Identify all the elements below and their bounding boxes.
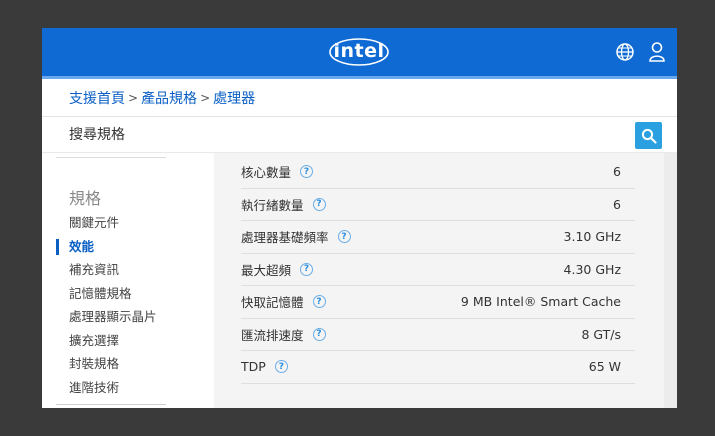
spec-value: 6 (613, 164, 621, 180)
search-bar (42, 116, 677, 153)
sidebar-divider (56, 157, 166, 158)
help-icon[interactable]: ? (274, 360, 288, 374)
breadcrumb-item-support-home[interactable]: 支援首頁 (69, 88, 125, 108)
breadcrumb-separator: > (200, 91, 211, 105)
sidebar-item-essentials[interactable]: 關鍵元件 (42, 211, 214, 235)
sidebar-item-performance[interactable]: 效能 (42, 235, 214, 259)
spec-value: 8 GT/s (581, 326, 621, 342)
scrollbar[interactable] (664, 153, 677, 408)
sidebar-nav: 關鍵元件 效能 補充資訊 記憶體規格 處理器顯示晶片 擴充選擇 封裝規格 進階技… (42, 211, 214, 399)
spec-label: 快取記憶體 (241, 295, 304, 311)
spec-value: 4.30 GHz (563, 261, 621, 277)
app-window: intel 支援首頁 > 產品規格 > 處理器 搜尋規格 規格 關鍵元件 效能 … (42, 28, 677, 408)
spec-label: TDP (241, 359, 266, 375)
help-icon[interactable]: ? (312, 197, 326, 211)
spec-value: 3.10 GHz (563, 229, 621, 245)
search-input[interactable] (69, 123, 609, 147)
content-area: 規格 關鍵元件 效能 補充資訊 記憶體規格 處理器顯示晶片 擴充選擇 封裝規格 … (42, 152, 677, 408)
search-icon (641, 128, 657, 144)
spec-label: 核心數量 (241, 165, 292, 181)
spec-label: 最大超頻 (241, 262, 292, 278)
help-icon[interactable]: ? (337, 230, 351, 244)
help-icon[interactable]: ? (312, 295, 326, 309)
breadcrumb-separator: > (128, 91, 139, 105)
spec-sidebar: 規格 關鍵元件 效能 補充資訊 記憶體規格 處理器顯示晶片 擴充選擇 封裝規格 … (42, 153, 214, 408)
sidebar-item-graphics[interactable]: 處理器顯示晶片 (42, 305, 214, 329)
globe-icon[interactable] (615, 42, 635, 62)
help-icon[interactable]: ? (312, 327, 326, 341)
spec-value: 6 (613, 196, 621, 212)
spec-row-cores: 核心數量 ? 6 (241, 156, 635, 189)
spec-panel: 核心數量 ? 6 執行緒數量 ? 6 處理器基礎頻率 ? 3.10 GHz 最大… (214, 153, 664, 408)
top-navigation-bar: intel (42, 28, 677, 79)
sidebar-item-advanced-tech[interactable]: 進階技術 (42, 376, 214, 400)
breadcrumb-item-processors[interactable]: 處理器 (213, 88, 255, 108)
spec-row-cache: 快取記憶體 ? 9 MB Intel® Smart Cache (241, 286, 635, 319)
breadcrumb-item-product-specs[interactable]: 產品規格 (141, 88, 197, 108)
help-icon[interactable]: ? (300, 165, 314, 179)
spec-value: 65 W (588, 359, 621, 375)
spec-label: 匯流排速度 (241, 327, 304, 343)
sidebar-item-memory-specs[interactable]: 記憶體規格 (42, 282, 214, 306)
sidebar-item-supplemental[interactable]: 補充資訊 (42, 258, 214, 282)
logo-text: intel (333, 40, 385, 62)
spec-label: 處理器基礎頻率 (241, 230, 329, 246)
spec-value: 9 MB Intel® Smart Cache (460, 294, 621, 310)
sidebar-title: 規格 (69, 189, 102, 208)
sidebar-divider (56, 404, 166, 405)
spec-row-tdp: TDP ? 65 W (241, 351, 635, 384)
intel-logo[interactable]: intel (328, 37, 390, 67)
spec-row-bus-speed: 匯流排速度 ? 8 GT/s (241, 319, 635, 351)
search-button[interactable] (635, 122, 662, 149)
sidebar-item-package[interactable]: 封裝規格 (42, 352, 214, 376)
user-icon[interactable] (647, 41, 667, 63)
spec-list: 核心數量 ? 6 執行緒數量 ? 6 處理器基礎頻率 ? 3.10 GHz 最大… (241, 156, 635, 384)
spec-row-max-turbo: 最大超頻 ? 4.30 GHz (241, 254, 635, 286)
spec-row-base-frequency: 處理器基礎頻率 ? 3.10 GHz (241, 221, 635, 254)
breadcrumb: 支援首頁 > 產品規格 > 處理器 (69, 88, 255, 108)
spec-label: 執行緒數量 (241, 197, 304, 213)
sidebar-item-expansion[interactable]: 擴充選擇 (42, 329, 214, 353)
spec-row-threads: 執行緒數量 ? 6 (241, 189, 635, 221)
help-icon[interactable]: ? (300, 262, 314, 276)
